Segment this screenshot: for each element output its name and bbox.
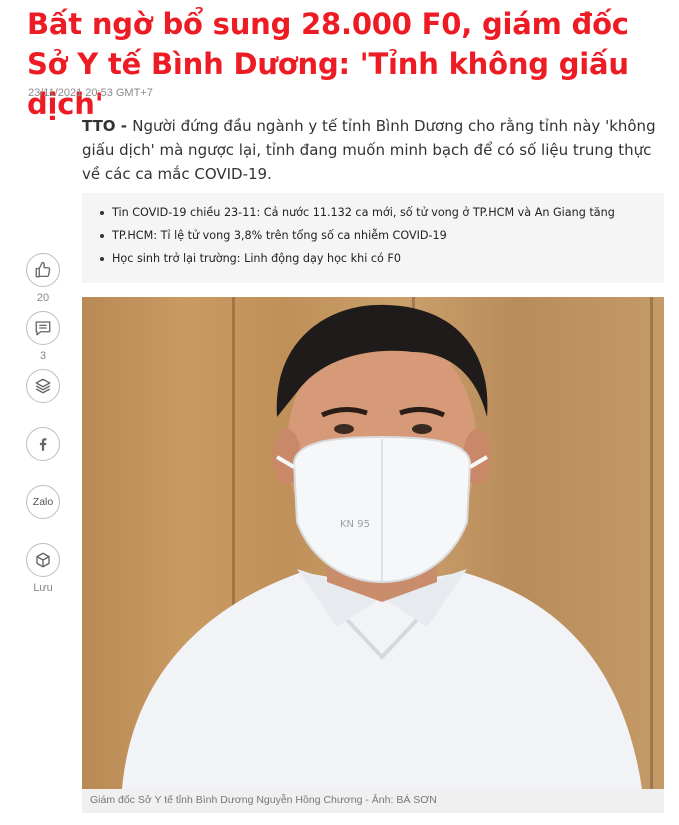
- save-label: Lưu: [33, 582, 53, 594]
- publish-date: 23/11/2021 20:53 GMT+7: [28, 87, 153, 99]
- sapo-body: Người đứng đầu ngành y tế tỉnh Bình Dươn…: [82, 117, 656, 183]
- layers-icon: [35, 378, 51, 394]
- comment-button[interactable]: [26, 311, 60, 345]
- related-news-box: Tin COVID-19 chiều 23-11: Cả nước 11.132…: [82, 193, 664, 283]
- share-layers-button[interactable]: [26, 369, 60, 403]
- comment-icon: [35, 321, 51, 336]
- zalo-icon: Zalo: [32, 496, 54, 508]
- related-link[interactable]: Tin COVID-19 chiều 23-11: Cả nước 11.132…: [100, 205, 648, 221]
- mask-print: KN 95: [340, 519, 370, 530]
- facebook-icon: [39, 438, 47, 451]
- thumbs-up-icon: [35, 261, 51, 278]
- article-sapo: TTO - Người đứng đầu ngành y tế tỉnh Bìn…: [82, 114, 664, 186]
- zalo-share-button[interactable]: Zalo: [26, 485, 60, 519]
- article-title: Bất ngờ bổ sung 28.000 F0, giám đốc Sở Y…: [27, 7, 629, 121]
- save-button[interactable]: [26, 543, 60, 577]
- sapo-lead: TTO -: [82, 117, 133, 135]
- like-button[interactable]: [26, 253, 60, 287]
- related-link[interactable]: Học sinh trở lại trường: Linh động dạy h…: [100, 251, 648, 267]
- social-toolbar: 20 3 Zalo Lưu: [26, 253, 60, 601]
- photo-caption: Giám đốc Sở Y tế tỉnh Bình Dương Nguyễn …: [82, 789, 664, 813]
- article-photo: KN 95: [82, 297, 664, 789]
- like-count: 20: [36, 292, 50, 304]
- portrait-illustration: KN 95: [122, 304, 642, 789]
- related-link[interactable]: TP.HCM: Tỉ lệ tử vong 3,8% trên tổng số …: [100, 228, 648, 244]
- comment-count: 3: [39, 350, 47, 362]
- save-icon: [36, 552, 50, 568]
- facebook-share-button[interactable]: [26, 427, 60, 461]
